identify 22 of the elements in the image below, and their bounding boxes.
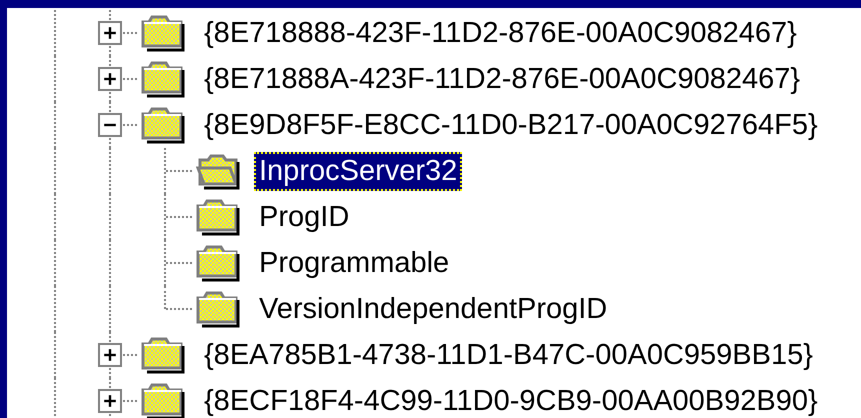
- tree-item[interactable]: Programmable: [254, 244, 454, 282]
- expand-icon[interactable]: [98, 21, 122, 45]
- tree-item[interactable]: {8ECF18F4-4C99-11D0-9CB9-00AA00B92B90}: [199, 382, 823, 418]
- tree-item[interactable]: VersionIndependentProgID: [254, 290, 612, 328]
- open-folder-icon: [196, 152, 240, 190]
- tree-item[interactable]: {8E718888-423F-11D2-876E-00A0C9082467}: [199, 14, 802, 52]
- tree-item[interactable]: {8E9D8F5F-E8CC-11D0-B217-00A0C92764F5}: [199, 106, 823, 144]
- expand-icon[interactable]: [98, 343, 122, 367]
- folder-icon: [196, 290, 240, 328]
- folder-icon: [141, 336, 185, 374]
- folder-icon: [141, 106, 185, 144]
- expand-icon[interactable]: [98, 67, 122, 91]
- tree-item[interactable]: {8E71888A-423F-11D2-876E-00A0C9082467}: [199, 60, 806, 98]
- folder-icon: [141, 14, 185, 52]
- expand-icon[interactable]: [98, 389, 122, 413]
- tree-item[interactable]: {8EA785B1-4738-11D1-B47C-00A0C959BB15}: [199, 336, 818, 374]
- tree-item[interactable]: ProgID: [254, 198, 354, 236]
- folder-icon: [196, 198, 240, 236]
- folder-icon: [141, 60, 185, 98]
- folder-icon: [196, 244, 240, 282]
- collapse-icon[interactable]: [98, 113, 122, 137]
- tree-item[interactable]: InprocServer32: [254, 152, 462, 190]
